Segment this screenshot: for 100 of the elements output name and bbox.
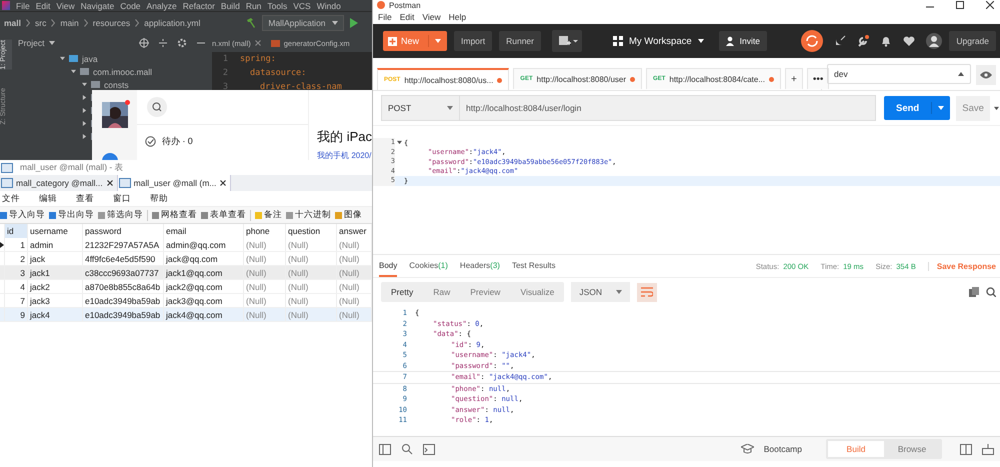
- menu-item[interactable]: VCS: [293, 0, 311, 10]
- toolbar-button[interactable]: 导入向导: [0, 209, 45, 221]
- mode-tab[interactable]: Browse: [884, 441, 940, 457]
- table-row[interactable]: 3 jack1 c38ccc9693a07737 jack1@qq.com (Null) (Null) (Null): [0, 266, 372, 280]
- toolbar-button[interactable]: 表单查看: [201, 209, 246, 221]
- menu-item[interactable]: Windo: [316, 0, 341, 10]
- column-header[interactable]: password: [82, 224, 164, 238]
- view-tab[interactable]: Pretty: [381, 282, 424, 302]
- console-icon[interactable]: [423, 444, 435, 454]
- graduation-cap-icon[interactable]: [740, 444, 754, 454]
- run-configuration-dropdown[interactable]: MallApplication: [262, 15, 344, 31]
- avatar-icon[interactable]: [926, 33, 942, 49]
- keyboard-icon[interactable]: [982, 444, 994, 454]
- expand-arrow-icon[interactable]: [82, 82, 87, 87]
- toolbar-button[interactable]: 网格查看: [152, 209, 197, 221]
- close-icon[interactable]: [220, 180, 226, 186]
- new-tab-button[interactable]: +: [785, 68, 803, 89]
- target-icon[interactable]: [139, 38, 149, 48]
- wrench-icon[interactable]: [857, 35, 870, 47]
- menu-item[interactable]: Edit: [400, 12, 414, 22]
- response-tab[interactable]: Body: [379, 255, 398, 277]
- expand-arrow-icon[interactable]: [82, 95, 87, 100]
- send-button[interactable]: Send: [884, 96, 950, 120]
- todo-label[interactable]: 待办 · 0: [162, 135, 193, 148]
- heart-icon[interactable]: [903, 35, 916, 47]
- breadcrumb[interactable]: src: [35, 18, 46, 28]
- menu-item[interactable]: Run: [246, 0, 262, 10]
- menu-item[interactable]: Build: [220, 0, 240, 10]
- toolbar-button[interactable]: 筛选向导: [98, 209, 143, 221]
- close-icon[interactable]: [986, 1, 994, 9]
- response-tab[interactable]: Cookies(1): [409, 255, 448, 277]
- upgrade-button[interactable]: Upgrade: [949, 31, 996, 51]
- caret-icon[interactable]: [994, 106, 999, 110]
- runner-button[interactable]: Runner: [499, 31, 541, 51]
- search-icon[interactable]: [401, 443, 413, 455]
- menu-item[interactable]: Analyze: [146, 0, 177, 10]
- table-row[interactable]: 1 admin 21232F297A57A5A admin@qq.com (Null) (Null) (Null): [0, 238, 372, 252]
- menu-item[interactable]: 文件: [2, 192, 20, 204]
- hammer-icon[interactable]: [245, 17, 258, 29]
- search-icon[interactable]: [986, 287, 996, 297]
- menu-item[interactable]: Tools: [267, 0, 288, 10]
- column-header[interactable]: id: [4, 224, 28, 238]
- expand-arrow-icon[interactable]: [82, 134, 87, 139]
- column-header[interactable]: phone: [244, 224, 286, 238]
- expand-arrow-icon[interactable]: [82, 121, 87, 126]
- invite-button[interactable]: Invite: [718, 31, 767, 51]
- search-icon[interactable]: [146, 97, 167, 117]
- breadcrumb[interactable]: main: [60, 18, 79, 28]
- response-tab[interactable]: Test Results: [512, 255, 556, 277]
- breadcrumb[interactable]: mall: [4, 18, 22, 28]
- toolbar-button[interactable]: 十六进制: [286, 209, 331, 221]
- menu-item[interactable]: Navigate: [80, 0, 114, 10]
- menu-item[interactable]: Edit: [36, 0, 50, 10]
- menu-item[interactable]: View: [422, 12, 441, 22]
- copy-icon[interactable]: [969, 287, 979, 297]
- fold-caret-icon[interactable]: [397, 140, 402, 146]
- menu-item[interactable]: File: [16, 0, 30, 10]
- expand-arrow-icon[interactable]: [82, 108, 87, 113]
- sync-icon[interactable]: [801, 30, 824, 52]
- close-icon[interactable]: [106, 180, 113, 186]
- document-tab[interactable]: mall_category @mall...: [0, 175, 118, 191]
- run-icon[interactable]: [348, 18, 358, 28]
- satellite-icon[interactable]: [834, 35, 846, 47]
- method-dropdown[interactable]: POST: [381, 95, 460, 121]
- collapse-icon[interactable]: [158, 38, 168, 48]
- environment-dropdown[interactable]: dev: [827, 64, 971, 84]
- column-header[interactable]: email: [164, 224, 244, 238]
- format-dropdown[interactable]: JSON: [571, 282, 630, 302]
- wrap-lines-button[interactable]: [637, 282, 657, 302]
- view-tab[interactable]: Raw: [423, 282, 460, 302]
- column-header[interactable]: username: [28, 224, 82, 238]
- view-tab[interactable]: Preview: [460, 282, 510, 302]
- two-pane-icon[interactable]: [960, 444, 972, 454]
- menu-item[interactable]: 查看: [76, 192, 94, 204]
- maximize-icon[interactable]: [956, 1, 964, 9]
- menu-item[interactable]: 帮助: [150, 192, 168, 204]
- bell-icon[interactable]: [880, 35, 892, 47]
- table-row[interactable]: 4 jack2 a870e8b855c8a64b jack2@qq.com (Null) (Null) (Null): [0, 280, 372, 294]
- expand-arrow-icon[interactable]: [60, 56, 65, 61]
- table-row[interactable]: 9 jack4 e10adc3949ba59ab jack4@qq.com (Null) (Null) (Null): [0, 308, 372, 322]
- tree-item[interactable]: java: [82, 54, 98, 64]
- toolbar-button[interactable]: 导出向导: [49, 209, 94, 221]
- url-field[interactable]: http://localhost:8084/user/login: [460, 95, 876, 121]
- view-tab[interactable]: Visualize: [510, 282, 564, 302]
- menu-item[interactable]: Code: [120, 0, 141, 10]
- expand-arrow-icon[interactable]: [71, 69, 76, 74]
- menu-item[interactable]: File: [378, 12, 392, 22]
- toolbar-button[interactable]: 备注: [255, 209, 282, 221]
- toolbar-button[interactable]: 图像: [335, 209, 362, 221]
- new-window-button[interactable]: [552, 30, 582, 52]
- menu-item[interactable]: 窗口: [113, 192, 131, 204]
- menu-item[interactable]: Help: [448, 12, 466, 22]
- bootcamp-link[interactable]: Bootcamp: [764, 444, 802, 454]
- document-tab[interactable]: mall_user @mall (m...: [118, 175, 232, 191]
- menu-item[interactable]: View: [56, 0, 75, 10]
- response-tab[interactable]: Headers(3): [460, 255, 500, 277]
- settings-icon[interactable]: [177, 38, 187, 48]
- tree-item[interactable]: com.imooc.mall: [93, 66, 152, 76]
- sidebar-icon[interactable]: [379, 444, 391, 454]
- caret-icon[interactable]: [938, 105, 944, 111]
